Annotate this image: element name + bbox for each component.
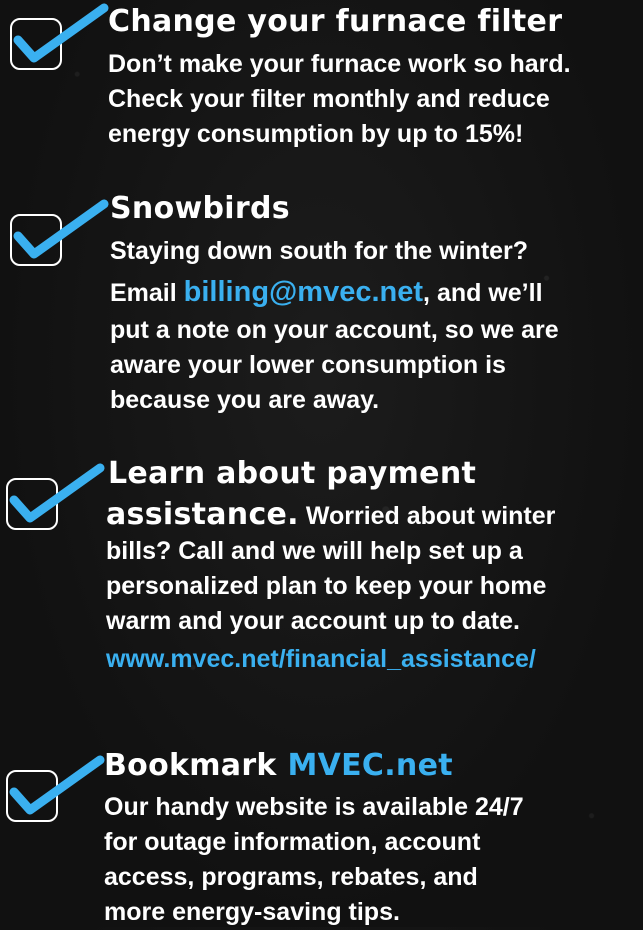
- tip-inline-text: Worried about winter: [298, 502, 556, 530]
- tip-title: Learn about payment: [108, 456, 477, 491]
- tip-title: Snowbirds: [110, 191, 290, 226]
- tip-text-line: access, programs, rebates, and: [104, 863, 478, 891]
- checkbox-checked-icon: [0, 199, 109, 294]
- checkbox-checked-icon: [0, 755, 105, 850]
- tip-text-line: Email billing@mvec.net, and we’ll: [110, 275, 543, 311]
- tip-title: Change your furnace filter: [108, 4, 563, 39]
- tip-text-line: Check your filter monthly and reduce: [108, 85, 550, 113]
- email-suffix: , and we’ll: [423, 279, 543, 307]
- tip-text-line: warm and your account up to date.: [106, 607, 520, 635]
- tip-text-line: for outage information, account: [104, 828, 481, 856]
- tip-text-line: put a note on your account, so we are: [110, 316, 559, 344]
- email-prefix: Email: [110, 279, 184, 307]
- tip-title: Bookmark MVEC.net: [104, 748, 453, 783]
- tip-text-line: bills? Call and we will help set up a: [106, 537, 523, 565]
- tip-text-line: aware your lower consumption is: [110, 351, 506, 379]
- financial-assistance-link[interactable]: www.mvec.net/financial_assistance/: [106, 642, 536, 677]
- tip-text-line: assistance. Worried about winter: [106, 497, 555, 534]
- mvec-link[interactable]: MVEC.net: [287, 748, 452, 783]
- email-link[interactable]: billing@mvec.net: [184, 276, 423, 308]
- checkbox-checked-icon: [0, 3, 109, 98]
- tip-title-continued: assistance.: [106, 497, 299, 532]
- tip-text-line: because you are away.: [110, 386, 380, 414]
- tip-text-line: Staying down south for the winter?: [110, 237, 529, 265]
- tip-text-line: personalized plan to keep your home: [106, 572, 547, 600]
- checkbox-checked-icon: [0, 463, 105, 558]
- tip-text-line: Don’t make your furnace work so hard.: [108, 50, 571, 78]
- tip-text-line: Our handy website is available 24/7: [104, 793, 524, 821]
- tip-text-line: energy consumption by up to 15%!: [108, 120, 524, 148]
- tip-text-line: more energy-saving tips.: [104, 898, 400, 926]
- tip-title-prefix: Bookmark: [104, 748, 288, 783]
